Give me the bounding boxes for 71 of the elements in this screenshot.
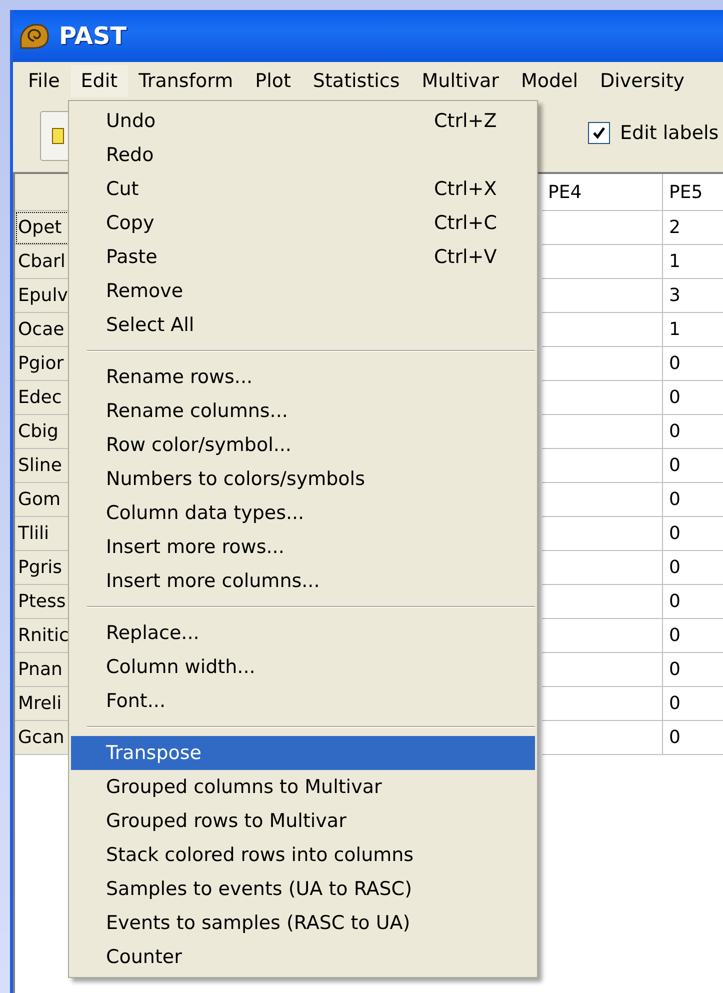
- row-label[interactable]: Ptess: [15, 585, 70, 619]
- table-cell: 0: [663, 585, 723, 619]
- menu-entry[interactable]: Rename columns...: [71, 394, 535, 428]
- row-label[interactable]: Pgris: [15, 551, 70, 585]
- checkbox-label: Edit labels: [620, 122, 719, 144]
- menu-entry[interactable]: Paste Ctrl+V: [71, 240, 535, 274]
- row-label[interactable]: Gom: [15, 483, 70, 517]
- row-label[interactable]: Mreli: [15, 687, 70, 721]
- table-cell: 0: [663, 483, 723, 517]
- row-label[interactable]: Pgior: [15, 347, 70, 381]
- row-label[interactable]: Edec: [15, 381, 70, 415]
- table-cell: 0: [663, 449, 723, 483]
- menu-entry[interactable]: Undo Ctrl+Z: [71, 104, 535, 138]
- menu-entry[interactable]: Column width...: [71, 650, 535, 684]
- checkbox[interactable]: [588, 122, 610, 144]
- row-label[interactable]: Gcan: [15, 721, 70, 755]
- row-label[interactable]: Sline: [15, 449, 70, 483]
- menu-entry[interactable]: Stack colored rows into columns: [71, 838, 535, 872]
- row-label[interactable]: Tlili: [15, 517, 70, 551]
- table-cell: 0: [663, 347, 723, 381]
- menu-item[interactable]: Transform: [128, 64, 244, 98]
- row-label[interactable]: Pnan: [15, 653, 70, 687]
- menu-entry[interactable]: Numbers to colors/symbols: [71, 462, 535, 496]
- row-label[interactable]: Opet: [15, 211, 70, 245]
- menu-entry[interactable]: Font...: [71, 684, 535, 718]
- table-cell: 0: [663, 415, 723, 449]
- menu-entry[interactable]: Redo: [71, 138, 535, 172]
- menu-entry[interactable]: Grouped rows to Multivar: [71, 804, 535, 838]
- checkmark-icon: [592, 126, 606, 140]
- menu-item[interactable]: Statistics: [302, 64, 411, 98]
- menu-entry[interactable]: Row color/symbol...: [71, 428, 535, 462]
- table-cell: 0: [663, 721, 723, 755]
- window-title: PAST: [59, 22, 127, 50]
- menu-entry[interactable]: Counter: [71, 940, 535, 974]
- row-label[interactable]: Rnitic: [15, 619, 70, 653]
- table-cell: 2: [663, 211, 723, 245]
- row-label[interactable]: Cbarl: [15, 245, 70, 279]
- row-label[interactable]: Ocae: [15, 313, 70, 347]
- table-cell: 0: [663, 381, 723, 415]
- menu-item[interactable]: File: [17, 64, 71, 98]
- row-label[interactable]: Epulv: [15, 279, 70, 313]
- menu-entry[interactable]: Events to samples (RASC to UA): [71, 906, 535, 940]
- menu-entry[interactable]: Replace...: [71, 616, 535, 650]
- menu-entry[interactable]: Transpose: [71, 736, 535, 770]
- ammonite-icon: [17, 21, 51, 51]
- table-cell: 3: [663, 279, 723, 313]
- table-cell: 0: [663, 687, 723, 721]
- table-cell: 0: [663, 653, 723, 687]
- menu-item[interactable]: Plot: [244, 64, 302, 98]
- menu-item[interactable]: Model: [510, 64, 589, 98]
- menu-item[interactable]: Edit: [70, 65, 128, 97]
- menu-entry[interactable]: Rename rows...: [71, 360, 535, 394]
- menu-entry[interactable]: Samples to events (UA to RASC): [71, 872, 535, 906]
- column-header[interactable]: PE4: [542, 174, 663, 211]
- menu-entry[interactable]: Cut Ctrl+X: [71, 172, 535, 206]
- table-cell: 1: [663, 313, 723, 347]
- menu-entry[interactable]: Grouped columns to Multivar: [71, 770, 535, 804]
- table-cell: 1: [663, 245, 723, 279]
- menu-entry[interactable]: Insert more columns...: [71, 564, 535, 598]
- column-header[interactable]: PE5: [663, 174, 723, 211]
- menu-entry[interactable]: Select All: [71, 308, 535, 342]
- menu-item[interactable]: Diversity: [588, 64, 696, 98]
- menu-entry[interactable]: Remove: [71, 274, 535, 308]
- table-cell: 0: [663, 619, 723, 653]
- row-label[interactable]: Cbig: [15, 415, 70, 449]
- menu-entry[interactable]: Column data types...: [71, 496, 535, 530]
- table-cell: 0: [663, 517, 723, 551]
- menu-item[interactable]: Multivar: [410, 64, 510, 98]
- menu-entry[interactable]: Copy Ctrl+C: [71, 206, 535, 240]
- menu-entry[interactable]: Insert more rows...: [71, 530, 535, 564]
- table-cell: 0: [663, 551, 723, 585]
